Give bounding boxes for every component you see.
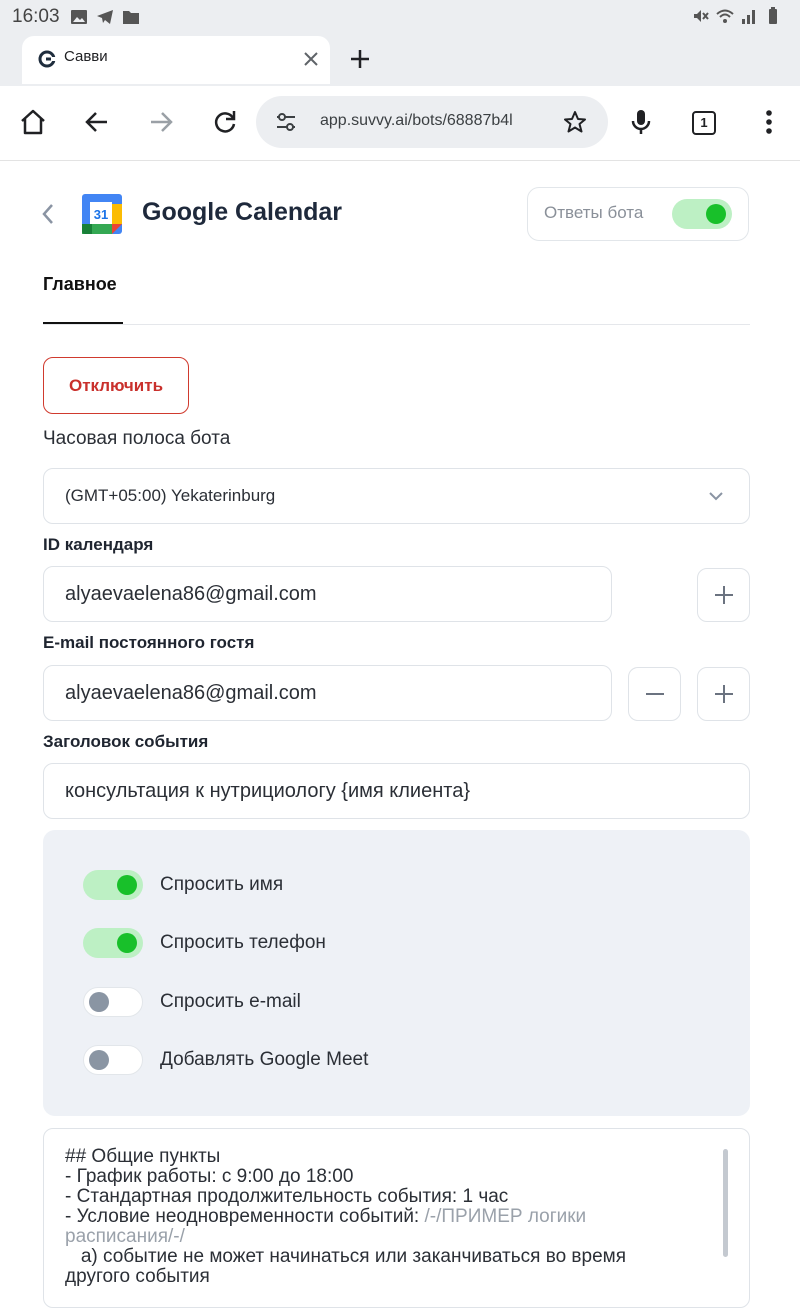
add-google-meet-label: Добавлять Google Meet [160, 1049, 369, 1070]
back-arrow-icon[interactable] [82, 107, 112, 137]
prompt-line: - Стандартная продолжительность события:… [65, 1186, 509, 1207]
home-icon[interactable] [18, 107, 48, 137]
prompt-line: другого события [65, 1266, 210, 1287]
calendar-id-value: alyaevaelena86@gmail.com [65, 583, 317, 605]
tab-strip: Савви [0, 34, 800, 86]
prompt-example-text: /-/ПРИМЕР логики [424, 1206, 587, 1227]
tab-switcher-button[interactable]: 1 [692, 111, 716, 135]
prompt-line: - Условие неодновременности событий: /-/… [65, 1207, 586, 1227]
add-google-meet-toggle[interactable] [83, 1045, 143, 1075]
site-favicon-icon [38, 50, 56, 68]
active-tab-indicator [43, 322, 123, 324]
timezone-select[interactable]: (GMT+05:00) Yekaterinburg [43, 468, 750, 524]
chevron-down-icon [709, 492, 723, 501]
add-calendar-id-button[interactable] [697, 568, 750, 622]
tab-title: Савви [64, 48, 108, 65]
ask-phone-toggle[interactable] [83, 928, 143, 958]
wifi-icon [716, 9, 734, 23]
browser-toolbar: app.suvvy.ai/bots/68887b4l 1 [0, 86, 800, 161]
remove-guest-email-button[interactable] [628, 667, 681, 721]
tune-icon[interactable] [274, 110, 298, 134]
ask-name-label: Спросить имя [160, 874, 284, 895]
guest-email-value: alyaevaelena86@gmail.com [65, 682, 317, 704]
new-tab-button[interactable] [346, 45, 374, 73]
plus-icon [715, 586, 733, 604]
reload-icon[interactable] [210, 107, 240, 137]
mute-icon [694, 10, 709, 22]
prompt-scrollbar[interactable] [723, 1149, 728, 1257]
tabs-divider [43, 324, 750, 325]
prompt-text: - Условие неодновременности событий: [65, 1206, 420, 1227]
status-time: 16:03 [12, 6, 60, 27]
calendar-logo-number: 31 [94, 207, 108, 222]
ask-email-toggle[interactable] [83, 987, 143, 1017]
disable-button[interactable]: Отключить [43, 357, 189, 414]
bot-replies-label: Ответы бота [544, 203, 644, 222]
add-guest-email-button[interactable] [697, 667, 750, 721]
prompt-line: а) событие не может начинаться или закан… [65, 1246, 627, 1267]
page-title: Google Calendar [142, 198, 343, 226]
browser-tab[interactable]: Савви [22, 36, 330, 84]
signal-icon [742, 10, 755, 24]
close-icon[interactable] [300, 48, 322, 70]
forward-arrow-icon[interactable] [146, 107, 176, 137]
address-bar[interactable]: app.suvvy.ai/bots/68887b4l [256, 96, 608, 148]
url-text[interactable]: app.suvvy.ai/bots/68887b4l [320, 112, 532, 130]
ask-name-toggle[interactable] [83, 870, 143, 900]
folder-icon [123, 11, 139, 24]
bot-replies-toggle[interactable] [672, 199, 732, 229]
event-title-value: консультация к нутрициологу {имя клиента… [65, 780, 470, 802]
calendar-id-label: ID календаря [43, 535, 154, 554]
ask-phone-label: Спросить телефон [160, 932, 326, 953]
more-icon[interactable] [754, 107, 784, 137]
mic-icon[interactable] [626, 107, 656, 137]
status-bar: 16:03 [0, 0, 800, 34]
prompt-line: расписания/-/ [65, 1226, 185, 1247]
guest-email-label: E-mail постоянного гостя [43, 633, 255, 652]
star-icon[interactable] [562, 109, 588, 135]
telegram-icon [97, 10, 113, 24]
guest-email-input[interactable]: alyaevaelena86@gmail.com [43, 665, 612, 721]
google-calendar-logo: 31 [82, 194, 122, 234]
options-panel [43, 830, 750, 1116]
prompt-line: ## Общие пункты [65, 1146, 221, 1167]
chevron-left-icon[interactable] [38, 202, 58, 226]
prompt-textarea[interactable]: ## Общие пункты - График работы: с 9:00 … [43, 1128, 750, 1308]
gallery-icon [71, 10, 87, 24]
minus-icon [646, 693, 664, 695]
timezone-value: (GMT+05:00) Yekaterinburg [65, 486, 276, 505]
prompt-line: - График работы: с 9:00 до 18:00 [65, 1166, 354, 1187]
tab-main[interactable]: Главное [43, 274, 117, 295]
plus-icon [715, 685, 733, 703]
battery-icon [769, 7, 777, 24]
event-title-input[interactable]: консультация к нутрициологу {имя клиента… [43, 763, 750, 819]
calendar-id-input[interactable]: alyaevaelena86@gmail.com [43, 566, 612, 622]
event-title-label: Заголовок события [43, 732, 209, 751]
timezone-label: Часовая полоса бота [43, 428, 231, 449]
ask-email-label: Спросить e-mail [160, 991, 301, 1012]
bot-replies-control: Ответы бота [527, 187, 749, 241]
